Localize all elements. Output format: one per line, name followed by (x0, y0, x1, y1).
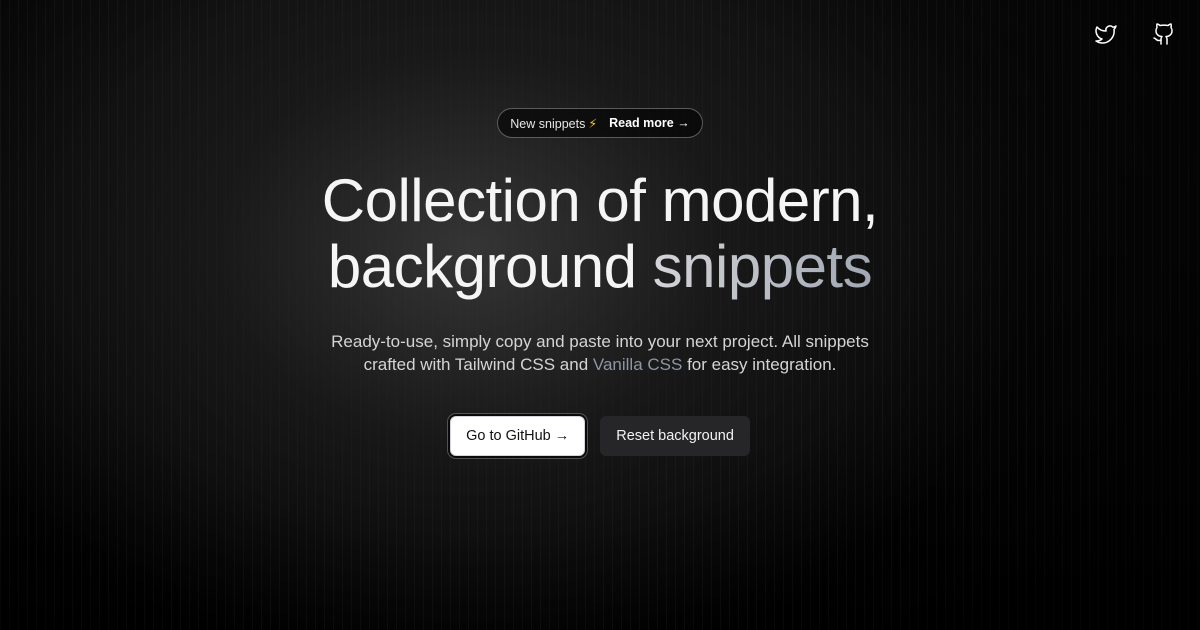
github-icon (1153, 23, 1173, 45)
read-more-link[interactable]: Read more → (609, 116, 690, 130)
hero-description: Ready-to-use, simply copy and paste into… (331, 330, 869, 376)
github-link[interactable] (1152, 22, 1176, 46)
badge-label: New snippets ⚡ (510, 116, 598, 131)
hero-section: New snippets ⚡ Read more → Collection of … (0, 108, 1200, 456)
title-line-2-plain: background (327, 233, 637, 300)
title-line-1: Collection of modern, (321, 167, 879, 234)
page-title: Collection of modern, background snippet… (321, 167, 879, 300)
hero-actions: Go to GitHub → Reset background (450, 416, 750, 456)
announcement-badge[interactable]: New snippets ⚡ Read more → (497, 108, 703, 138)
twitter-link[interactable] (1094, 22, 1118, 46)
vanilla-css-text: Vanilla CSS (592, 355, 683, 374)
twitter-icon (1095, 25, 1117, 44)
reset-background-button[interactable]: Reset background (600, 416, 750, 456)
title-line-2-accent: snippets (652, 233, 873, 300)
description-line-2-prefix: crafted with Tailwind CSS and (363, 355, 589, 374)
description-line-2-suffix: for easy integration. (687, 355, 837, 374)
go-to-github-button[interactable]: Go to GitHub → (450, 416, 586, 456)
lightning-icon: ⚡ (588, 116, 598, 131)
top-nav (1094, 22, 1176, 46)
description-line-1: Ready-to-use, simply copy and paste into… (331, 332, 869, 351)
